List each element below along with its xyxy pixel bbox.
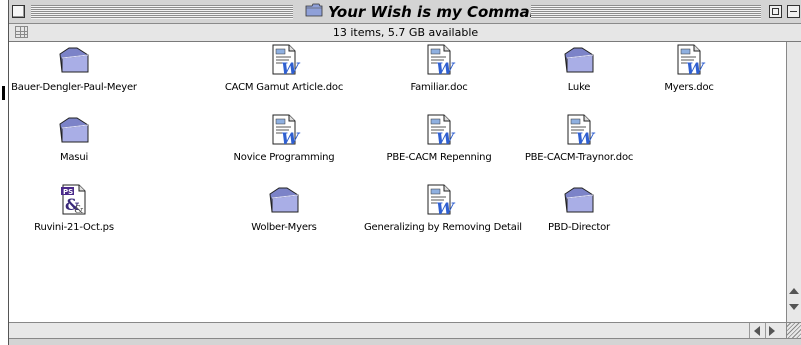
svg-text:&: & — [74, 203, 84, 216]
folder-icon — [504, 184, 654, 220]
file-item[interactable]: Masui — [0, 114, 149, 163]
status-text: 13 items, 5.7 GB available — [332, 26, 479, 39]
title-stripes-right — [531, 5, 761, 19]
file-item[interactable]: W PBE-CACM-Traynor.doc — [504, 114, 654, 163]
title-stripes-left — [31, 5, 293, 19]
svg-text:W: W — [281, 129, 301, 146]
svg-text:W: W — [686, 59, 706, 76]
file-item[interactable]: W Familiar.doc — [364, 44, 514, 93]
window-title-text: Your Wish is my Command — [328, 3, 552, 21]
word-document-icon: W — [364, 114, 514, 150]
file-item[interactable]: Wolber-Myers — [209, 184, 359, 233]
window-bottom-edge — [9, 338, 801, 345]
folder-title-icon — [305, 2, 323, 22]
info-bar: 13 items, 5.7 GB available — [9, 24, 801, 42]
postscript-document-icon: PS & & — [0, 184, 149, 220]
file-item[interactable]: Bauer-Dengler-Paul-Meyer — [0, 44, 149, 93]
svg-text:W: W — [576, 129, 596, 146]
scroll-right-arrow-icon[interactable] — [769, 326, 775, 336]
horizontal-scrollbar[interactable] — [9, 322, 786, 338]
scroll-left-arrow-icon[interactable] — [754, 326, 760, 336]
word-document-icon: W — [364, 44, 514, 80]
file-item[interactable]: W PBE-CACM Repenning — [364, 114, 514, 163]
file-item[interactable]: PBD-Director — [504, 184, 654, 233]
svg-text:W: W — [436, 129, 456, 146]
file-item[interactable]: W Myers.doc — [614, 44, 764, 93]
zoom-box[interactable] — [769, 5, 782, 18]
svg-text:W: W — [436, 59, 456, 76]
file-item[interactable]: W Generalizing by Removing Detail — [364, 184, 522, 233]
folder-icon — [209, 184, 359, 220]
word-document-icon: W — [209, 44, 359, 80]
scroll-down-arrow-icon[interactable] — [789, 304, 799, 310]
resize-grip-icon[interactable] — [786, 322, 801, 338]
folder-icon — [0, 114, 149, 150]
window-title: Your Wish is my Command — [299, 2, 558, 22]
file-item[interactable]: PS & & Ruvini-21-Oct.ps — [0, 184, 149, 233]
word-document-icon: W — [209, 114, 359, 150]
scroll-separator — [749, 323, 750, 338]
finder-window: Your Wish is my Command 13 items, 5.7 GB… — [8, 0, 801, 345]
vertical-scrollbar[interactable] — [786, 42, 801, 322]
svg-text:W: W — [281, 59, 301, 76]
file-item[interactable]: W CACM Gamut Article.doc — [209, 44, 359, 93]
title-bar[interactable]: Your Wish is my Command — [9, 0, 801, 24]
close-box[interactable] — [12, 5, 25, 18]
file-item[interactable]: W Novice Programming — [209, 114, 359, 163]
icon-view-area[interactable]: Bauer-Dengler-Paul-Meyer W CACM Gamut Ar… — [9, 42, 786, 322]
scroll-separator — [765, 323, 766, 338]
folder-icon — [0, 44, 149, 80]
word-document-icon: W — [364, 184, 514, 220]
svg-text:W: W — [436, 199, 456, 216]
word-document-icon: W — [504, 114, 654, 150]
word-document-icon: W — [614, 44, 764, 80]
scroll-up-arrow-icon[interactable] — [789, 288, 799, 294]
collapse-box[interactable] — [787, 5, 800, 18]
